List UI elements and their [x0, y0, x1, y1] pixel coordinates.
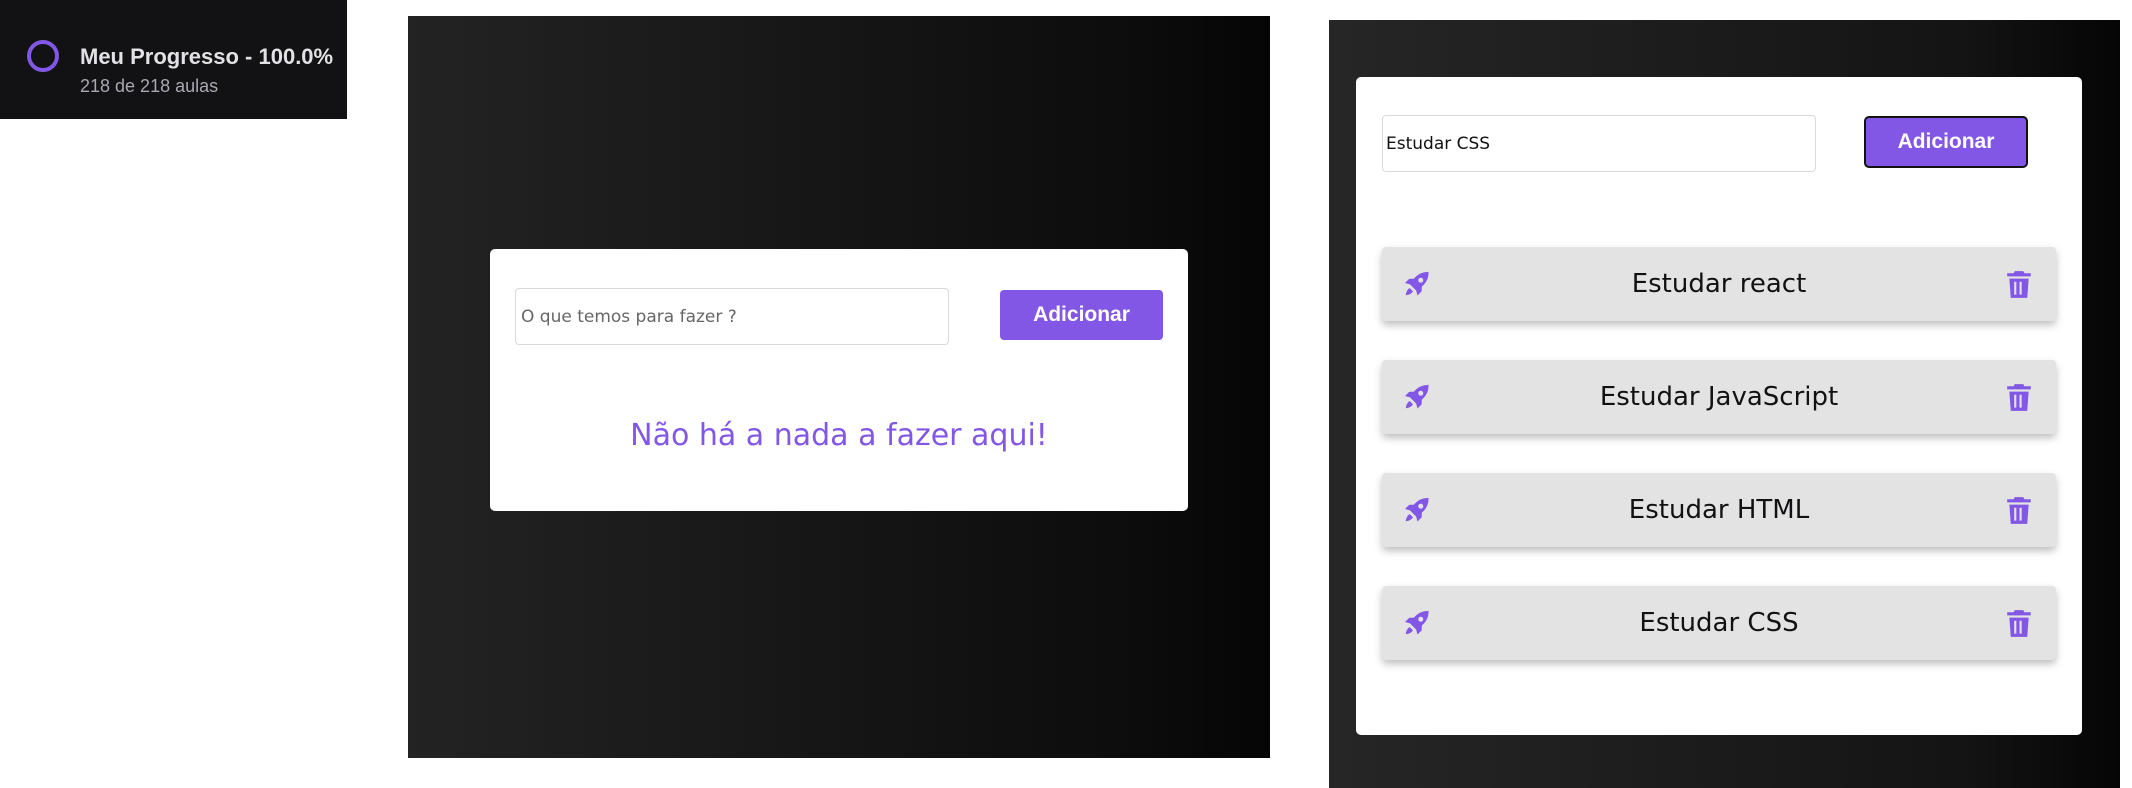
- task-label: Estudar HTML: [1628, 495, 1810, 525]
- trash-icon[interactable]: [2006, 609, 2032, 639]
- task-label: Estudar react: [1631, 269, 1807, 299]
- filled-todo-card: Adicionar Estudar react Estudar JavaScri…: [1356, 77, 2082, 735]
- trash-icon[interactable]: [2006, 383, 2032, 413]
- progress-ring-icon: [27, 40, 59, 72]
- task-item: Estudar CSS: [1382, 586, 2056, 660]
- trash-icon[interactable]: [2006, 496, 2032, 526]
- empty-todo-app: Adicionar Não há a nada a fazer aqui!: [408, 16, 1270, 758]
- empty-state-message: Não há a nada a fazer aqui!: [630, 418, 1048, 453]
- add-task-button[interactable]: Adicionar: [1864, 116, 2028, 168]
- empty-todo-card: Adicionar Não há a nada a fazer aqui!: [490, 249, 1188, 511]
- task-item: Estudar HTML: [1382, 473, 2056, 547]
- task-label: Estudar CSS: [1639, 608, 1799, 638]
- task-list: Estudar react Estudar JavaScript Estudar…: [1382, 247, 2056, 699]
- add-task-button[interactable]: Adicionar: [1000, 290, 1163, 340]
- task-label: Estudar JavaScript: [1599, 382, 1839, 412]
- task-item: Estudar react: [1382, 247, 2056, 321]
- new-task-input[interactable]: [515, 288, 949, 345]
- task-item: Estudar JavaScript: [1382, 360, 2056, 434]
- filled-todo-app: Adicionar Estudar react Estudar JavaScri…: [1329, 20, 2120, 788]
- trash-icon[interactable]: [2006, 270, 2032, 300]
- progress-title: Meu Progresso - 100.0%: [80, 44, 334, 69]
- progress-subtitle: 218 de 218 aulas: [80, 76, 219, 96]
- new-task-input[interactable]: [1382, 115, 1816, 172]
- progress-card: Meu Progresso - 100.0% 218 de 218 aulas: [0, 0, 347, 119]
